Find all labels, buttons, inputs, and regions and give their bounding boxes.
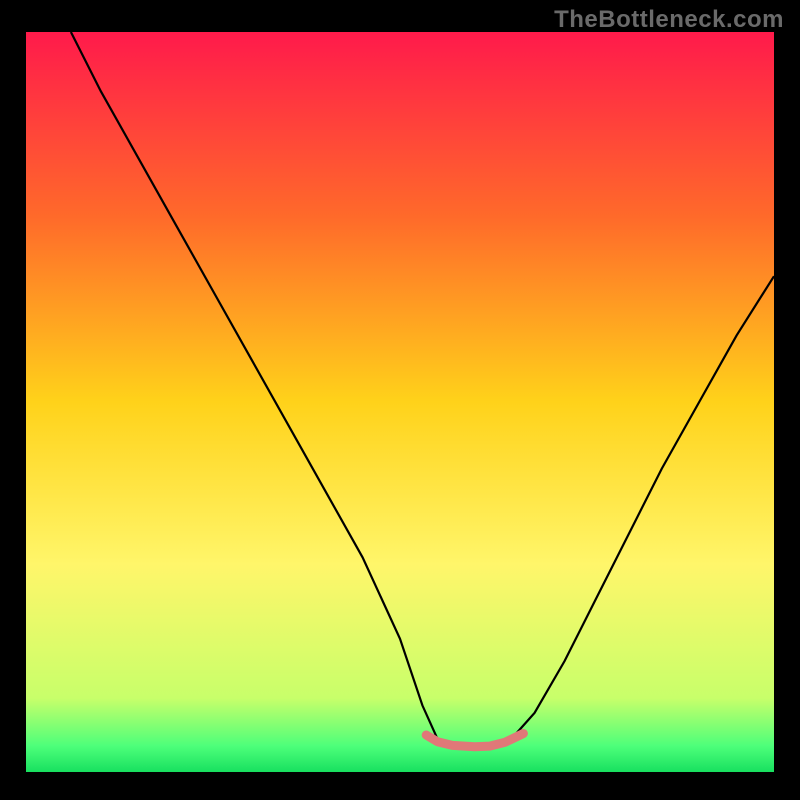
plot-background bbox=[26, 32, 774, 772]
chart-stage: TheBottleneck.com bbox=[0, 0, 800, 800]
watermark-text: TheBottleneck.com bbox=[554, 6, 784, 34]
bottleneck-chart bbox=[0, 0, 800, 800]
